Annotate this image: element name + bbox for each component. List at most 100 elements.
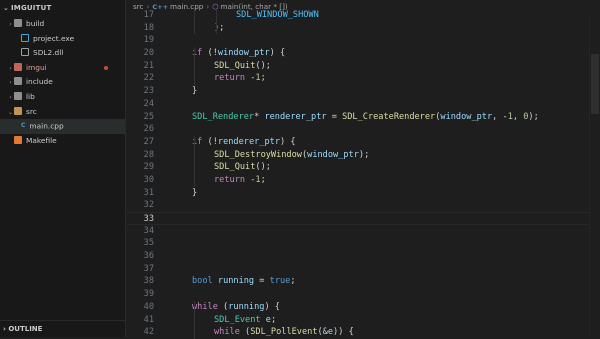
dll-file-icon [21,48,29,57]
code-token: } [192,187,198,198]
code-line[interactable]: 35 [127,237,600,250]
indent-guide [194,301,195,339]
code-line[interactable]: 17 SDL_WINDOW_SHOWN [127,9,600,22]
code-line[interactable]: 27 if (!renderer_ptr) { [127,136,600,149]
tree-item-src[interactable]: ⌄ src [0,105,125,120]
code-line[interactable]: 25 SDL_Renderer* renderer_ptr = SDL_Creat… [127,111,600,124]
tree-item-lib[interactable]: › lib [0,90,125,105]
code-token: return [214,174,246,185]
outline-section[interactable]: › OUTLINE [0,320,126,337]
code-token: ); [358,149,370,160]
line-number: 19 [143,35,154,46]
outline-label: OUTLINE [8,325,43,333]
code-line[interactable]: 21 SDL_Quit(); [127,60,600,73]
code-token: )) { [333,327,354,338]
tree-item-build[interactable]: › build [0,17,125,32]
code-token: while [192,301,218,312]
line-number: 40 [143,301,154,312]
indent-guide [194,47,195,86]
code-line[interactable]: 32 [127,199,600,212]
tree-item-imgui[interactable]: › imgui [0,61,125,76]
code-text: SDL_WINDOW_SHOWN [236,9,319,22]
tree-item-include[interactable]: › include [0,75,125,90]
folder-icon [14,106,22,115]
project-name: IMGUITUT [11,4,52,12]
folder-icon [14,19,22,27]
line-number: 32 [143,200,154,211]
code-token: renderer_ptr [217,136,280,147]
code-line[interactable]: 34 [127,225,600,238]
code-token: renderer_ptr [264,111,327,122]
code-line[interactable]: 19 [127,34,600,47]
line-number: 38 [143,276,154,287]
code-line[interactable]: 38 bool running = true; [127,275,600,288]
code-line[interactable]: 22 return -1; [127,72,600,85]
code-token: = [326,111,343,122]
code-line[interactable]: 40 while (running) { [127,301,600,314]
explorer-project-header[interactable]: ⌄ IMGUITUT [0,0,125,17]
tree-item-label: SDL2.dll [33,48,64,58]
code-line[interactable]: 23} [127,85,600,98]
line-number: 18 [143,22,154,33]
modified-dot-icon [104,65,108,70]
code-line[interactable]: 26 [127,123,600,136]
code-token: ( [239,327,251,338]
code-text: return -1; [214,174,266,187]
code-line[interactable]: 39 [127,288,600,301]
chevron-right-icon: › [9,64,12,72]
code-token: ) { [264,301,280,312]
line-number: 25 [143,111,154,122]
code-line[interactable]: 37 [127,263,600,276]
code-line[interactable]: 33 [127,212,600,225]
code-token: while [214,327,240,338]
line-number: 22 [143,73,154,84]
line-number: 37 [143,263,154,274]
code-line[interactable]: 41 SDL_Event e; [127,314,600,327]
tree-item-main-cpp[interactable]: Cmain.cpp [0,119,125,134]
line-number: 36 [143,251,154,262]
code-line[interactable]: 30 return -1; [127,174,600,187]
code-line[interactable]: 36 [127,250,600,263]
line-number: 34 [143,225,154,236]
code-line[interactable]: 24 [127,98,600,111]
line-number: 29 [143,162,154,173]
code-text: SDL_Renderer* renderer_ptr = SDL_CreateR… [192,111,539,124]
editor-scrollbar[interactable] [589,14,600,337]
code-line[interactable]: 29 SDL_Quit(); [127,161,600,174]
code-line[interactable]: 20 if (!window_ptr) { [127,47,600,60]
code-line[interactable]: 28 SDL_DestroyWindow(window_ptr); [127,149,600,162]
code-token: SDL_Quit [214,162,256,173]
code-line[interactable]: 31} [127,187,600,200]
code-token: true [269,276,291,287]
code-text: if (!renderer_ptr) { [192,136,296,149]
code-text: SDL_Event e; [214,314,276,327]
code-editor[interactable]: 17 SDL_WINDOW_SHOWN 18); 19 20 if (!window_pt… [127,9,600,339]
scrollbar-thumb[interactable] [591,54,599,114]
tree-item-label: lib [26,91,35,101]
tree-item-label: project.exe [33,33,75,43]
code-token: SDL_Quit [214,60,256,71]
tree-item-project-exe[interactable]: project.exe [0,32,125,47]
line-number: 41 [143,314,154,325]
line-number: 35 [143,238,154,249]
tree-item-label: main.cpp [29,121,64,131]
code-token: ; [260,73,266,84]
code-token: ( [217,301,229,312]
code-token: ( [202,48,213,59]
code-text: if (!window_ptr) { [192,47,285,60]
indent-guide [194,9,195,35]
line-number: 20 [143,48,154,59]
code-text: SDL_Quit(); [214,60,271,73]
code-token: (); [255,60,271,71]
tree-item-label: include [26,77,53,87]
code-line[interactable]: 18); [127,22,600,35]
file-tree: › build project.exe SDL2.dll › imgui › include ›… [0,17,125,148]
code-token: SDL_PollEvent [250,327,318,338]
code-token: , [512,111,524,122]
folder-icon [14,77,22,86]
tree-item-sdl2-dll[interactable]: SDL2.dll [0,46,125,61]
tree-item-label: build [26,19,45,28]
code-token: return [214,73,246,84]
code-token: } [192,86,198,97]
tree-item-makefile[interactable]: Makefile [0,134,125,149]
